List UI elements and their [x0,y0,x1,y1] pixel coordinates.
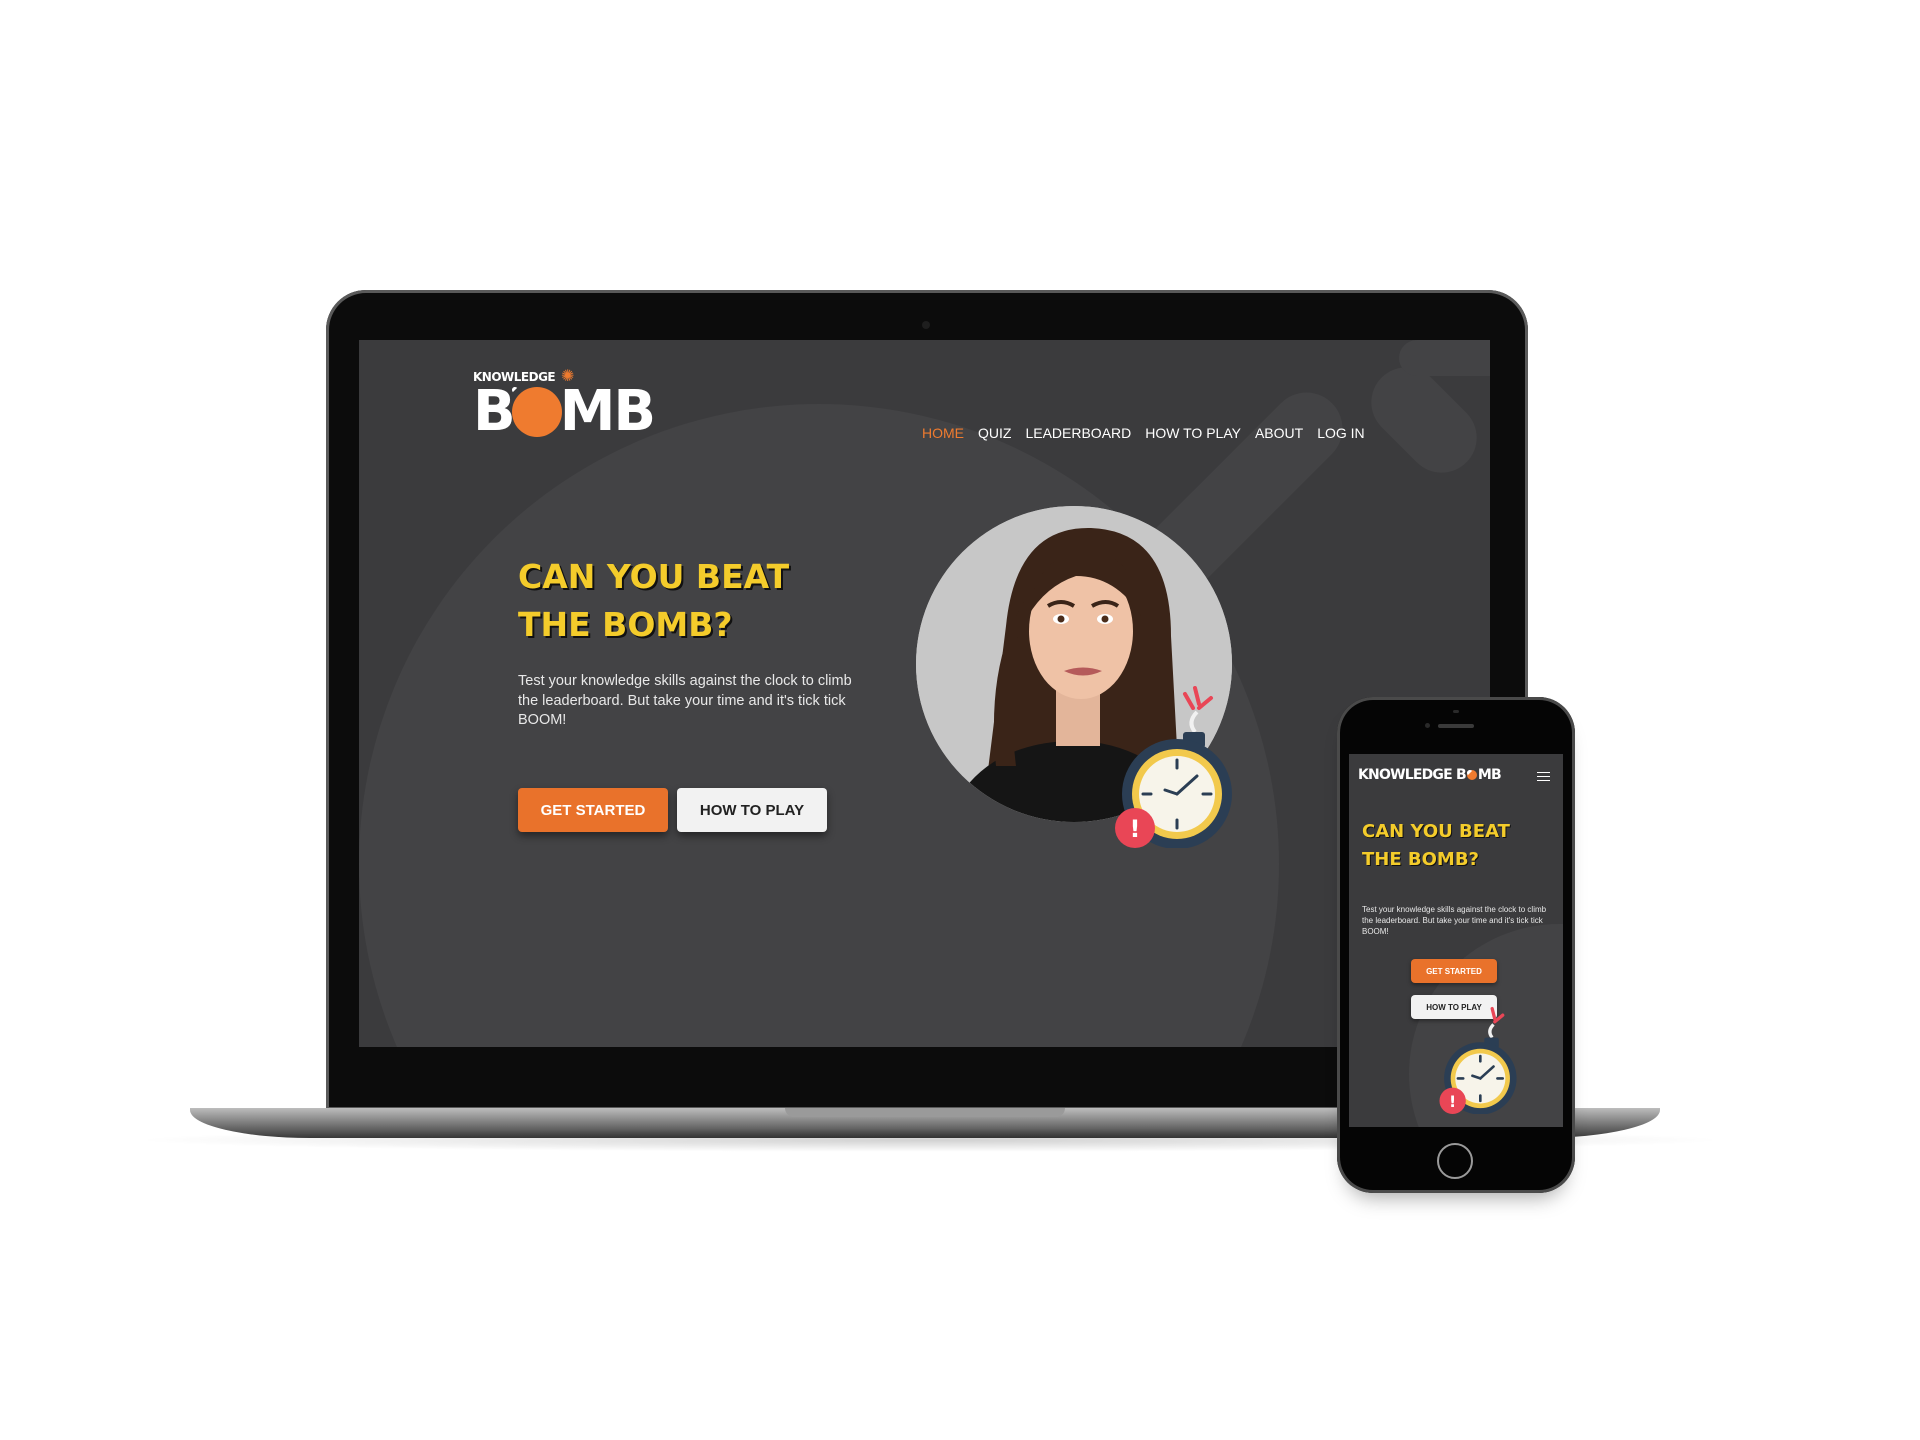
hero-description: Test your knowledge skills against the c… [518,673,852,729]
hero-title: CAN YOU BEAT THE BOMB? [518,553,789,649]
logo-wordmark-big: B MB [473,379,656,444]
svg-text:!: ! [1130,815,1141,843]
mobile-stopwatch-bomb-icon: ! [1439,1006,1517,1114]
mobile-viewport: KNOWLEDGE B MB CAN YOU BEAT THE BOMB? Te… [1349,754,1563,1127]
mobile-get-started-button[interactable]: GET STARTED [1411,959,1497,983]
desktop-viewport: KNOWLEDGE ✺ B MB HOME QUIZ LEADERBOARD H… [359,340,1490,1047]
phone-sensor [1453,710,1459,713]
how-to-play-button[interactable]: HOW TO PLAY [677,788,827,832]
hamburger-icon[interactable] [1537,769,1550,784]
site-logo[interactable]: KNOWLEDGE ✺ B MB [473,366,656,444]
svg-text:!: ! [1449,1092,1456,1111]
nav-quiz[interactable]: QUIZ [978,425,1011,441]
nav-about[interactable]: ABOUT [1255,425,1303,441]
hero-title-line1: CAN YOU BEAT [518,557,790,596]
laptop-hinge-notch [785,1108,1065,1117]
mobile-hero-description: Test your knowledge skills against the c… [1362,905,1547,936]
mobile-hero-title-line2: THE BOMB? [1362,848,1479,870]
nav-home[interactable]: HOME [922,425,964,441]
mobile-logo-text-post: MB [1477,767,1502,783]
background-bomb-spark [1399,340,1490,376]
laptop-camera [922,321,930,329]
logo-letter-b: B [473,379,516,444]
mobile-hero-title-line1: CAN YOU BEAT [1362,821,1510,842]
mobile-logo-bomb-icon [1466,770,1477,780]
mobile-site-logo[interactable]: KNOWLEDGE B MB [1358,767,1502,783]
logo-spark-icon: ✺ [561,366,575,385]
logo-bomb-icon [511,387,562,437]
mobile-hero-title: CAN YOU BEAT THE BOMB? [1362,818,1510,874]
phone-camera [1425,723,1430,728]
mobile-logo-text-pre: KNOWLEDGE B [1358,767,1467,783]
get-started-button[interactable]: GET STARTED [518,788,668,832]
hero-title-line2: THE BOMB? [518,604,733,644]
phone-home-button[interactable] [1437,1143,1473,1179]
phone-frame: KNOWLEDGE B MB CAN YOU BEAT THE BOMB? Te… [1337,697,1575,1193]
nav-how-to-play[interactable]: HOW TO PLAY [1145,425,1241,441]
main-nav: HOME QUIZ LEADERBOARD HOW TO PLAY ABOUT … [922,425,1365,441]
nav-leaderboard[interactable]: LEADERBOARD [1025,425,1131,441]
nav-log-in[interactable]: LOG IN [1317,425,1364,441]
logo-letters-mb: MB [559,379,656,444]
stopwatch-bomb-icon: ! [1115,686,1232,848]
phone-speaker [1438,724,1474,728]
